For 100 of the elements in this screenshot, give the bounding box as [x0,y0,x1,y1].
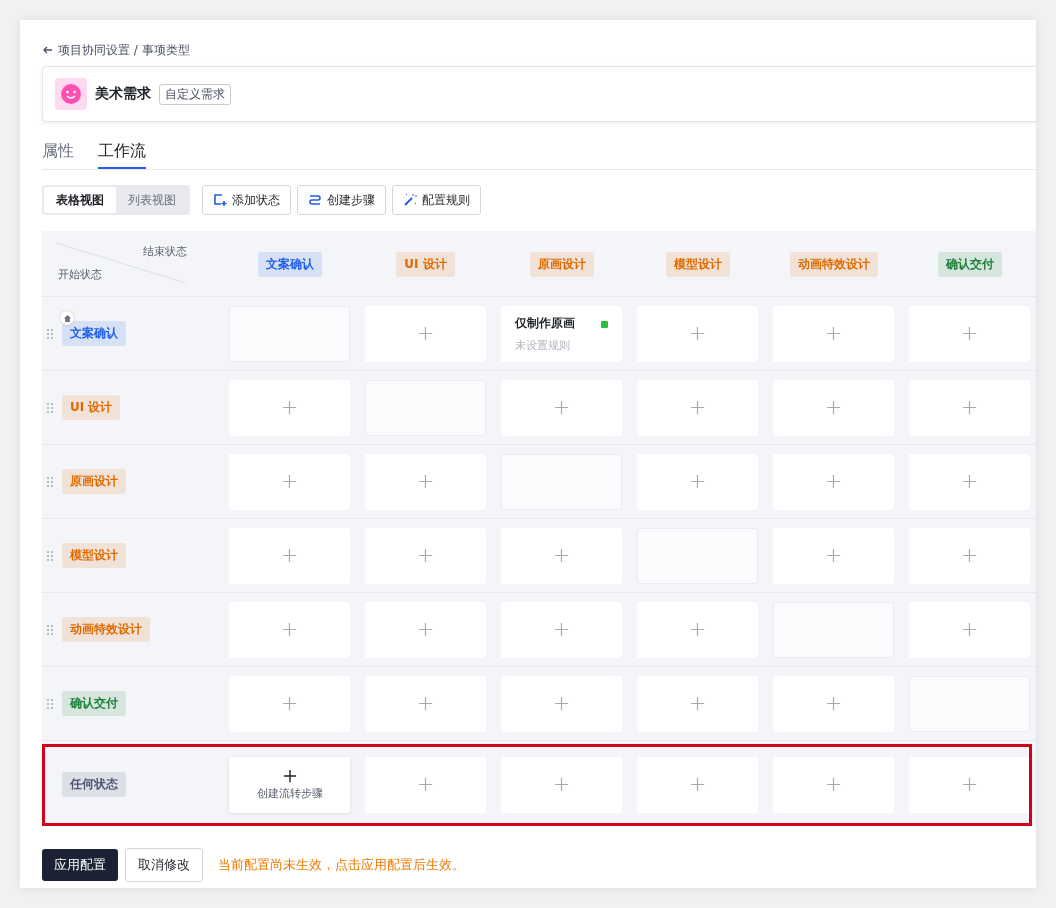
plus-icon [690,622,705,637]
add-step-cell[interactable] [909,527,1030,584]
add-step-cell[interactable] [909,379,1030,436]
column-state-tag: UI 设计 [396,251,455,277]
add-step-cell[interactable] [229,527,350,584]
row-state-tag: UI 设计 [62,395,121,420]
add-step-cell[interactable] [501,675,622,732]
column-state-tag: 文案确认 [257,251,322,277]
toolbar-button[interactable]: 添加状态 [202,185,291,215]
view-option[interactable]: 表格视图 [44,187,116,213]
end-state-label: 结束状态 [143,244,187,259]
drag-handle-icon[interactable] [46,549,54,562]
plus-icon [554,696,569,711]
add-step-cell[interactable] [909,601,1030,658]
add-step-cell[interactable] [773,305,894,362]
column-state-tag: 动画特效设计 [789,251,878,277]
plus-icon [962,474,977,489]
plus-icon [418,696,433,711]
row-state-tag: 原画设计 [62,469,126,494]
add-step-cell[interactable] [773,453,894,510]
plus-icon [418,622,433,637]
tab[interactable]: 工作流 [98,136,146,169]
drag-handle-icon[interactable] [46,697,54,710]
step-card[interactable]: 仅制作原画 未设置规则 [501,305,622,362]
back-arrow-icon[interactable] [42,44,54,56]
plus-icon [418,326,433,341]
plus-icon [282,622,297,637]
add-step-cell[interactable] [773,675,894,732]
add-step-cell[interactable] [365,527,486,584]
start-state-label: 开始状态 [58,267,102,282]
create-step-button[interactable]: 创建流转步骤 [229,756,350,813]
plus-icon [690,400,705,415]
plus-icon [826,777,841,792]
plus-icon [282,474,297,489]
column-state-tag: 确认交付 [937,251,1002,277]
add-step-cell[interactable] [637,453,758,510]
row-state-tag: 确认交付 [62,691,126,716]
row-state-tag: 任何状态 [62,772,126,797]
type-tag: 自定义需求 [159,83,231,105]
add-step-cell[interactable] [501,527,622,584]
add-step-cell[interactable] [229,379,350,436]
plus-icon [962,622,977,637]
add-step-cell[interactable] [637,756,758,813]
plus-icon [418,548,433,563]
add-step-cell[interactable] [773,379,894,436]
column-state-tag: 模型设计 [665,251,730,277]
breadcrumb: 项目协同设置 / 事项类型 [58,41,190,59]
plus-icon [826,548,841,563]
plus-icon [826,474,841,489]
add-step-cell[interactable] [229,601,350,658]
add-step-cell[interactable] [365,756,486,813]
add-step-cell[interactable] [365,305,486,362]
add-step-cell[interactable] [637,379,758,436]
add-step-cell[interactable] [909,453,1030,510]
plus-icon [282,768,297,783]
plus-icon [690,696,705,711]
add-step-cell[interactable] [229,675,350,732]
add-step-cell[interactable] [909,756,1030,813]
add-step-cell[interactable] [501,601,622,658]
plus-icon [826,400,841,415]
add-step-cell[interactable] [773,527,894,584]
drag-handle-icon[interactable] [46,623,54,636]
add-step-cell[interactable] [501,756,622,813]
step-title: 仅制作原画 [515,314,575,332]
plus-icon [690,777,705,792]
plus-icon [282,400,297,415]
plus-icon [826,696,841,711]
add-step-cell[interactable] [637,675,758,732]
plus-icon [282,696,297,711]
pending-notice: 当前配置尚未生效，点击应用配置后生效。 [218,856,465,874]
plus-icon [826,326,841,341]
drag-handle-icon[interactable] [46,475,54,488]
add-step-cell[interactable] [637,305,758,362]
add-step-cell[interactable] [365,675,486,732]
plus-icon [554,622,569,637]
add-step-cell[interactable] [637,601,758,658]
plus-icon [962,548,977,563]
plus-icon [554,400,569,415]
add-step-cell[interactable] [365,601,486,658]
step-rule-status: 未设置规则 [515,337,570,353]
add-step-cell[interactable] [501,379,622,436]
item-type-title: 美术需求 [95,85,151,103]
view-option[interactable]: 列表视图 [116,187,188,213]
add-step-cell[interactable] [909,305,1030,362]
smiley-icon [55,78,87,110]
drag-handle-icon[interactable] [46,327,54,340]
drag-handle-icon[interactable] [46,401,54,414]
add-step-cell[interactable] [365,453,486,510]
toolbar-button[interactable]: 配置规则 [392,185,481,215]
plus-icon [962,777,977,792]
cancel-button[interactable]: 取消修改 [125,848,203,882]
add-step-cell[interactable] [229,453,350,510]
plus-icon [418,777,433,792]
create-step-label: 创建流转步骤 [256,785,323,801]
plus-icon [282,548,297,563]
apply-button[interactable]: 应用配置 [42,849,118,881]
add-step-cell[interactable] [773,756,894,813]
row-state-tag: 动画特效设计 [62,617,150,642]
tab[interactable]: 属性 [42,136,74,169]
toolbar-button[interactable]: 创建步骤 [297,185,386,215]
